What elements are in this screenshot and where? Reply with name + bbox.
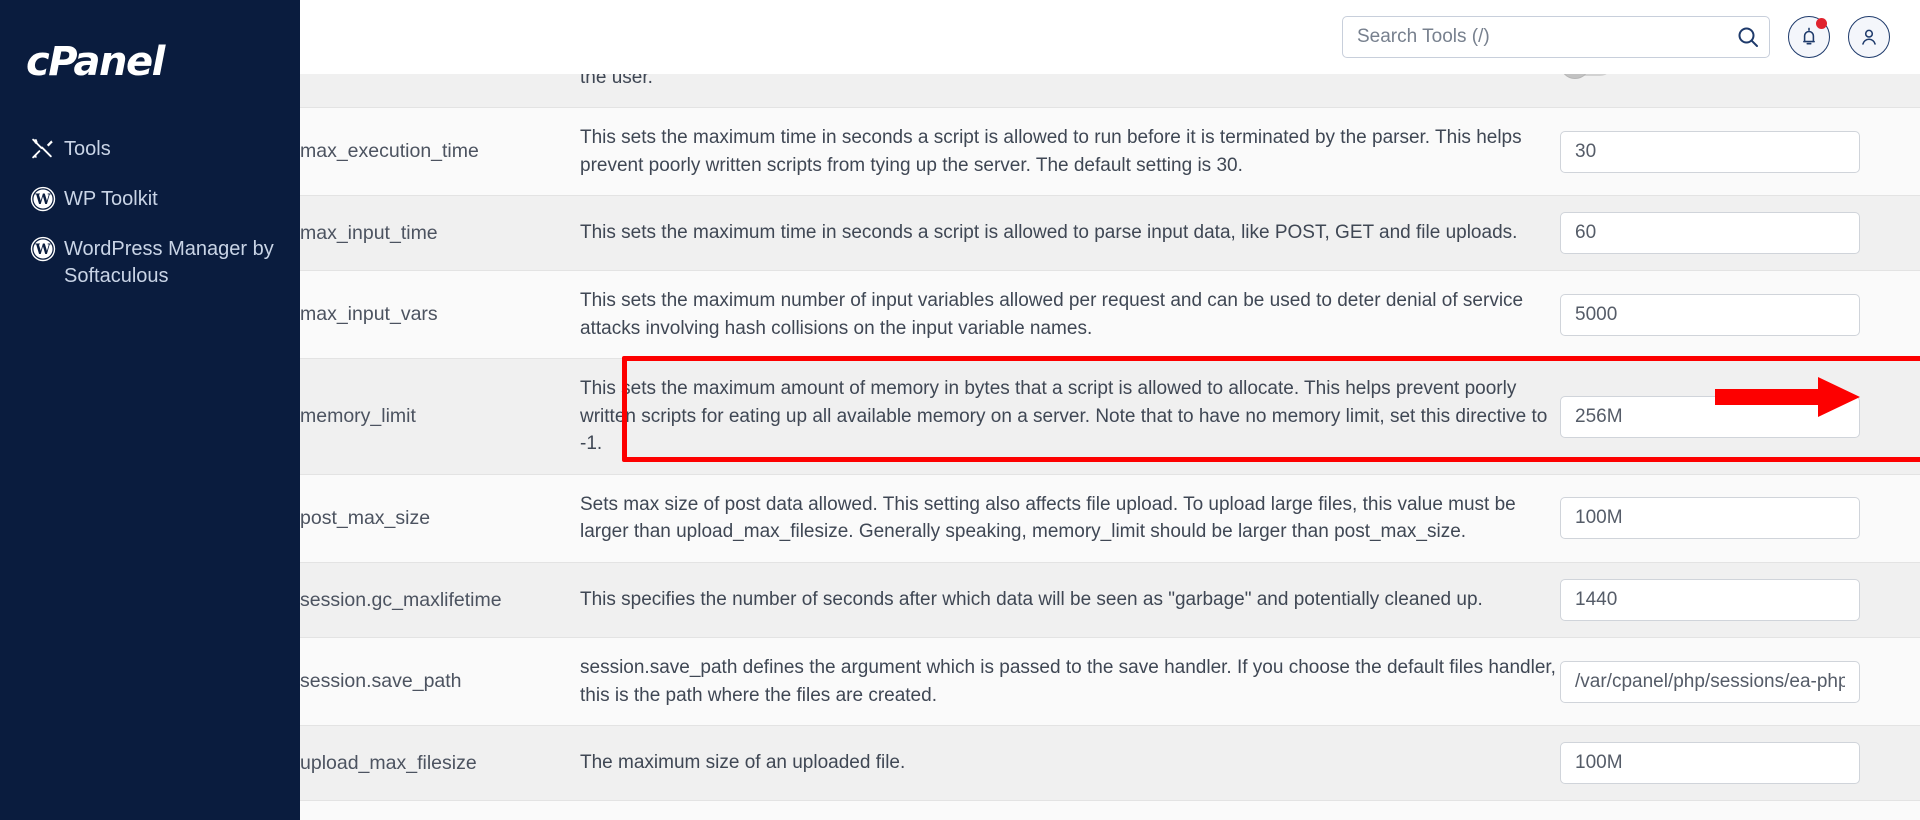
setting-control-cell [1560, 562, 1920, 638]
setting-toggle-wrap: Disabled [1560, 74, 1920, 79]
top-header [300, 0, 1920, 74]
setting-control-cell [1560, 270, 1920, 359]
setting-name: display_errors [300, 74, 580, 108]
toggle-knob-icon [1560, 74, 1590, 79]
sidebar: cPanel Tools W WP Toolkit W WordPress Ma… [0, 0, 300, 820]
php-settings-table: display_errorsThis determines whether er… [300, 74, 1920, 820]
setting-description: This specifies the number of seconds aft… [580, 562, 1560, 638]
setting-description: This sets the maximum amount of memory i… [580, 358, 1560, 475]
search-icon[interactable] [1736, 25, 1760, 49]
table-row: post_max_size Sets max size of post data … [300, 473, 1920, 563]
main-area: display_errorsThis determines whether er… [300, 0, 1920, 820]
svg-text:W: W [34, 241, 51, 257]
setting-control-cell [1560, 725, 1920, 801]
setting-name: zlib.output_compression [300, 800, 580, 820]
table-row: session.gc_maxlifetime This specifies the… [300, 562, 1920, 638]
setting-toggle[interactable] [1560, 74, 1612, 79]
setting-description: The maximum size of an uploaded file. [580, 725, 1560, 801]
cpanel-php-settings-page: cPanel Tools W WP Toolkit W WordPress Ma… [0, 0, 1920, 820]
notification-badge [1816, 18, 1827, 29]
setting-value-input[interactable] [1560, 212, 1860, 255]
setting-value-input[interactable] [1560, 130, 1860, 173]
setting-control-cell: Disabled [1560, 74, 1920, 108]
setting-description: This sets the maximum time in seconds a … [580, 195, 1560, 271]
wordpress-icon: W [30, 235, 64, 262]
sidebar-item-tools[interactable]: Tools [0, 124, 300, 174]
setting-control-cell [1560, 473, 1920, 563]
sidebar-nav: Tools W WP Toolkit W WordPress Manager b… [0, 124, 300, 301]
sidebar-item-wp-toolkit[interactable]: W WP Toolkit [0, 174, 300, 224]
setting-name: max_input_vars [300, 270, 580, 359]
account-button[interactable] [1848, 16, 1890, 58]
setting-value-input[interactable] [1560, 293, 1860, 336]
setting-toggle-label: Disabled [1626, 74, 1702, 75]
setting-description: Sets max size of post data allowed. This… [580, 473, 1560, 563]
setting-control-cell [1560, 107, 1920, 196]
notifications-button[interactable] [1788, 16, 1830, 58]
setting-control-cell [1560, 358, 1920, 475]
sidebar-item-wordpress-manager[interactable]: W WordPress Manager by Softaculous [0, 224, 300, 301]
setting-name: max_input_time [300, 195, 580, 271]
setting-name: session.gc_maxlifetime [300, 562, 580, 638]
table-row: max_input_time This sets the maximum time… [300, 195, 1920, 271]
setting-control-cell [1560, 195, 1920, 271]
cpanel-logo-text: cPanel [26, 39, 165, 85]
setting-description: This sets the maximum time in seconds a … [580, 107, 1560, 196]
cpanel-logo[interactable]: cPanel [0, 26, 300, 98]
setting-description: Whether to transparently compress pages.… [580, 800, 1560, 820]
setting-name: post_max_size [300, 473, 580, 563]
setting-description: This determines whether errors should be… [580, 74, 653, 88]
sidebar-item-label: Tools [64, 138, 111, 160]
setting-name: session.save_path [300, 637, 580, 726]
table-row: session.save_path session.save_path defin… [300, 637, 1920, 726]
setting-value-input[interactable] [1560, 395, 1860, 438]
php-settings-table-body: display_errorsThis determines whether er… [300, 74, 1920, 820]
php-settings-table-scroll[interactable]: display_errorsThis determines whether er… [300, 74, 1920, 820]
setting-value-input[interactable] [1560, 742, 1860, 785]
setting-description: session.save_path defines the argument w… [580, 637, 1560, 726]
table-row: display_errorsThis determines whether er… [300, 74, 1920, 108]
setting-value-input[interactable] [1560, 497, 1860, 540]
search-tools [1342, 16, 1770, 58]
table-row: max_execution_time This sets the maximum … [300, 107, 1920, 196]
table-row: max_input_vars This sets the maximum numb… [300, 270, 1920, 359]
tools-icon [30, 135, 64, 162]
sidebar-item-label: WP Toolkit [64, 188, 158, 210]
setting-description: This sets the maximum number of input va… [580, 270, 1560, 359]
setting-value-input[interactable] [1560, 660, 1860, 703]
setting-value-input[interactable] [1560, 579, 1860, 622]
setting-control-cell: Disabled [1560, 800, 1920, 820]
setting-control-cell [1560, 637, 1920, 726]
table-row: zlib.output_compressionWhether to transp… [300, 800, 1920, 820]
search-input[interactable] [1342, 16, 1770, 58]
setting-name: upload_max_filesize [300, 725, 580, 801]
table-row: memory_limit This sets the maximum amount… [300, 358, 1920, 475]
wordpress-icon: W [30, 185, 64, 212]
setting-name: max_execution_time [300, 107, 580, 196]
svg-text:W: W [34, 191, 51, 207]
table-row: upload_max_filesize The maximum size of a… [300, 725, 1920, 801]
setting-name: memory_limit [300, 358, 580, 475]
sidebar-item-label: WordPress Manager by Softaculous [64, 238, 274, 287]
